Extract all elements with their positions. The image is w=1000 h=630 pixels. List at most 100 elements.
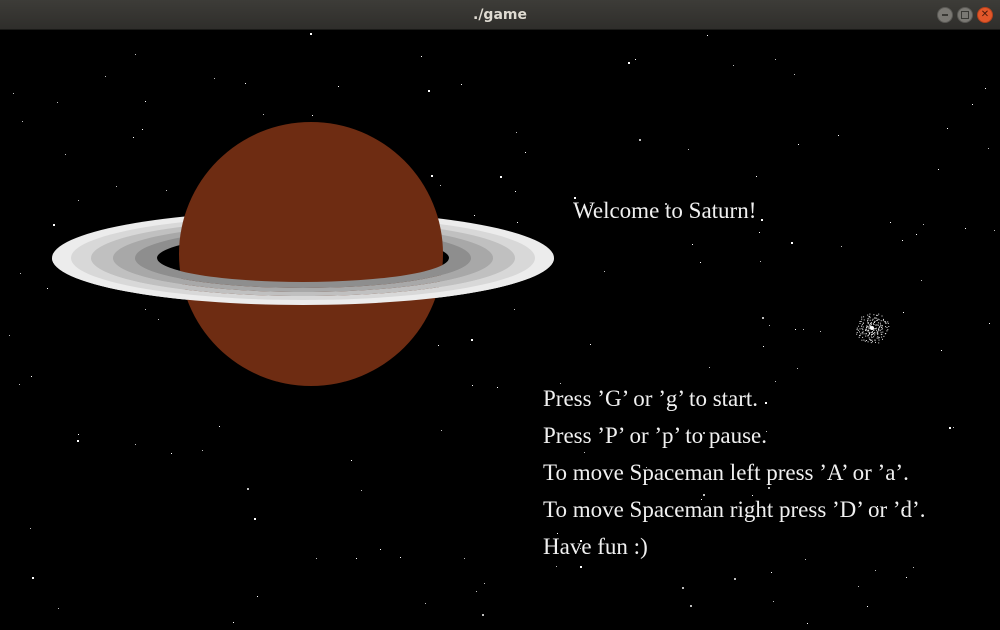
galaxy-star (867, 320, 868, 322)
galaxy-star (858, 336, 860, 338)
galaxy-star (875, 341, 876, 343)
galaxy-star (885, 322, 887, 324)
star (428, 90, 430, 92)
star (461, 84, 462, 85)
star (972, 104, 973, 105)
instruction-pause: Press ’P’ or ’p’ to pause. (543, 423, 767, 448)
galaxy-star (868, 326, 869, 328)
instruction-move-left: To move Spaceman left press ’A’ or ’a’. (543, 460, 909, 485)
galaxy-star (870, 332, 872, 333)
galaxy-star (873, 324, 875, 325)
close-button[interactable]: ✕ (977, 7, 993, 23)
spiral-galaxy (856, 313, 890, 344)
galaxy-star (856, 329, 858, 331)
star (947, 128, 948, 129)
galaxy-star (874, 317, 876, 319)
galaxy-star (865, 329, 866, 331)
star (941, 350, 942, 351)
minimize-button[interactable] (937, 7, 953, 23)
star (254, 518, 256, 520)
star (310, 33, 312, 35)
star (425, 603, 426, 604)
star (590, 344, 591, 345)
star (682, 587, 684, 589)
star (105, 76, 106, 77)
galaxy-star (867, 318, 869, 319)
star (351, 460, 352, 461)
welcome-message: Welcome to Saturn! (573, 198, 757, 223)
galaxy-star (882, 331, 884, 333)
star (906, 577, 907, 578)
star (438, 345, 439, 346)
galaxy-star (856, 333, 858, 335)
star (867, 606, 868, 607)
galaxy-star (864, 340, 866, 342)
star (820, 331, 821, 332)
star (838, 135, 839, 136)
galaxy-star (873, 314, 875, 316)
star (9, 335, 10, 336)
galaxy-star (883, 335, 885, 337)
galaxy-star (867, 314, 869, 316)
star (421, 56, 422, 57)
star (761, 219, 763, 221)
galaxy-star (863, 319, 865, 321)
window-title: ./game (473, 7, 527, 23)
galaxy-star (859, 323, 861, 324)
galaxy-star (867, 323, 869, 325)
galaxy-star (866, 333, 867, 335)
star (841, 246, 842, 247)
galaxy-star (866, 330, 868, 332)
star (338, 86, 339, 87)
star (65, 154, 66, 155)
galaxy-star (863, 339, 865, 341)
star (77, 440, 79, 442)
star (756, 176, 757, 177)
galaxy-star (879, 329, 881, 331)
galaxy-star (858, 325, 860, 327)
star (431, 175, 433, 177)
galaxy-star (873, 336, 875, 338)
instruction-move-right: To move Spaceman right press ’D’ or ’d’. (543, 497, 926, 522)
star (902, 240, 903, 241)
galaxy-star (877, 336, 879, 338)
star (474, 215, 475, 216)
galaxy-star (862, 329, 864, 331)
galaxy-star (888, 326, 890, 327)
star (142, 129, 143, 130)
star (875, 570, 876, 571)
galaxy-star (878, 342, 880, 344)
galaxy-star (862, 331, 864, 333)
star (807, 623, 808, 624)
star (472, 385, 473, 386)
star (133, 137, 134, 138)
galaxy-star (870, 335, 872, 337)
galaxy-star (877, 324, 879, 326)
window-titlebar[interactable]: ./game ✕ (0, 0, 1000, 30)
star (763, 346, 764, 347)
maximize-button[interactable] (957, 7, 973, 23)
galaxy-star (872, 341, 873, 343)
star (53, 224, 55, 226)
galaxy-star (870, 324, 872, 326)
galaxy-star (876, 337, 878, 339)
star (47, 288, 48, 289)
star (19, 384, 20, 385)
star (797, 368, 798, 369)
galaxy-star (882, 320, 884, 322)
galaxy-star (877, 322, 879, 324)
galaxy-star (874, 328, 876, 330)
galaxy-star (865, 335, 867, 337)
game-canvas[interactable]: Welcome to Saturn! Press ’G’ or ’g’ to s… (0, 30, 1000, 630)
star (135, 444, 136, 445)
galaxy-star (871, 319, 873, 321)
galaxy-star (867, 335, 869, 336)
star (440, 185, 441, 186)
galaxy-star (866, 328, 868, 330)
galaxy-star (882, 325, 883, 327)
galaxy-star (873, 321, 875, 323)
star (903, 312, 904, 313)
star (316, 558, 317, 559)
galaxy-star (877, 332, 879, 334)
galaxy-star (860, 333, 862, 335)
